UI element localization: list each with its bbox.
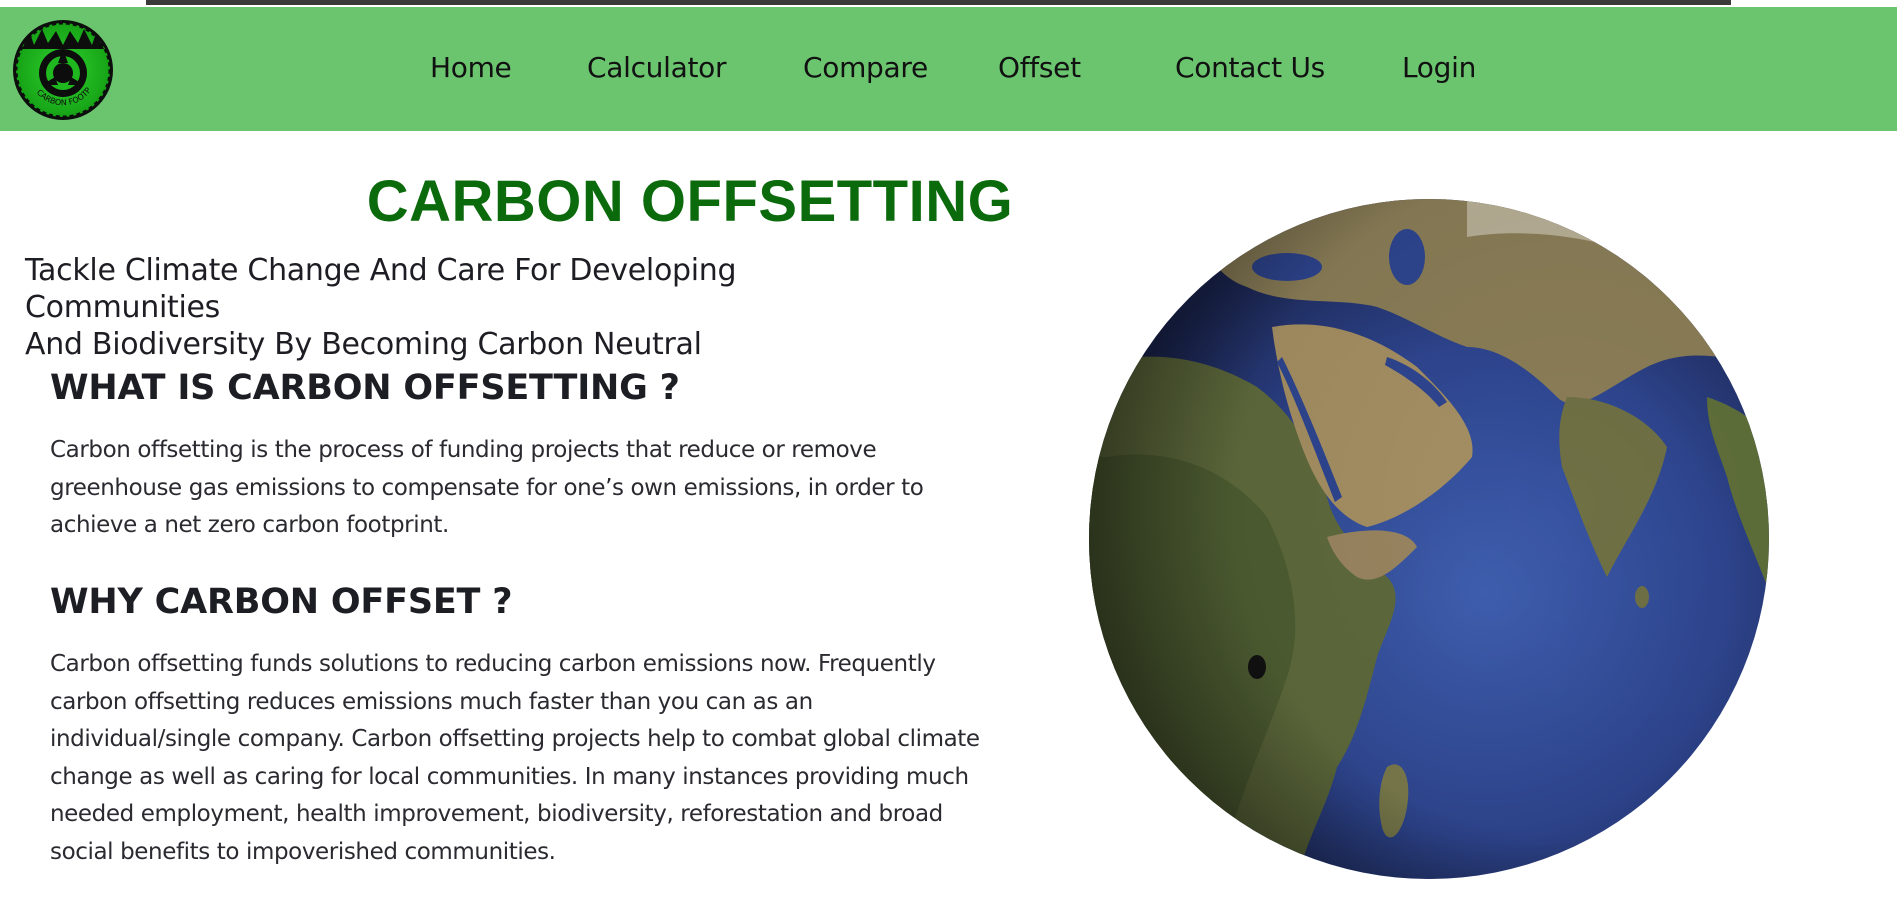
what-is-heading: WHAT IS CARBON OFFSETTING ?	[50, 368, 680, 408]
what-is-paragraph: Carbon offsetting is the process of fund…	[50, 437, 924, 538]
nav-contact-us-link[interactable]: Contact Us	[1175, 51, 1325, 84]
nav-login-link[interactable]: Login	[1402, 51, 1476, 84]
nav-offset-link[interactable]: Offset	[998, 51, 1081, 84]
earth-globe-image	[1087, 197, 1771, 881]
navbar: CARBON FOOTPRINT Home Calculator Compare…	[0, 7, 1897, 131]
nav-calculator-link[interactable]: Calculator	[587, 51, 727, 84]
subtitle-line-1: Tackle Climate Change And Care For Devel…	[25, 253, 737, 325]
page-subtitle: Tackle Climate Change And Care For Devel…	[25, 252, 925, 363]
why-offset-paragraph: Carbon offsetting funds solutions to red…	[50, 651, 980, 865]
nav-links: Home Calculator Compare Offset Contact U…	[0, 7, 1897, 131]
nav-home-link[interactable]: Home	[430, 51, 512, 84]
subtitle-line-2: And Biodiversity By Becoming Carbon Neut…	[25, 327, 702, 362]
why-offset-heading: WHY CARBON OFFSET ?	[50, 582, 513, 622]
nav-compare-link[interactable]: Compare	[803, 51, 928, 84]
globe-graphic	[1089, 199, 1769, 879]
browser-top-bar	[146, 0, 1731, 5]
